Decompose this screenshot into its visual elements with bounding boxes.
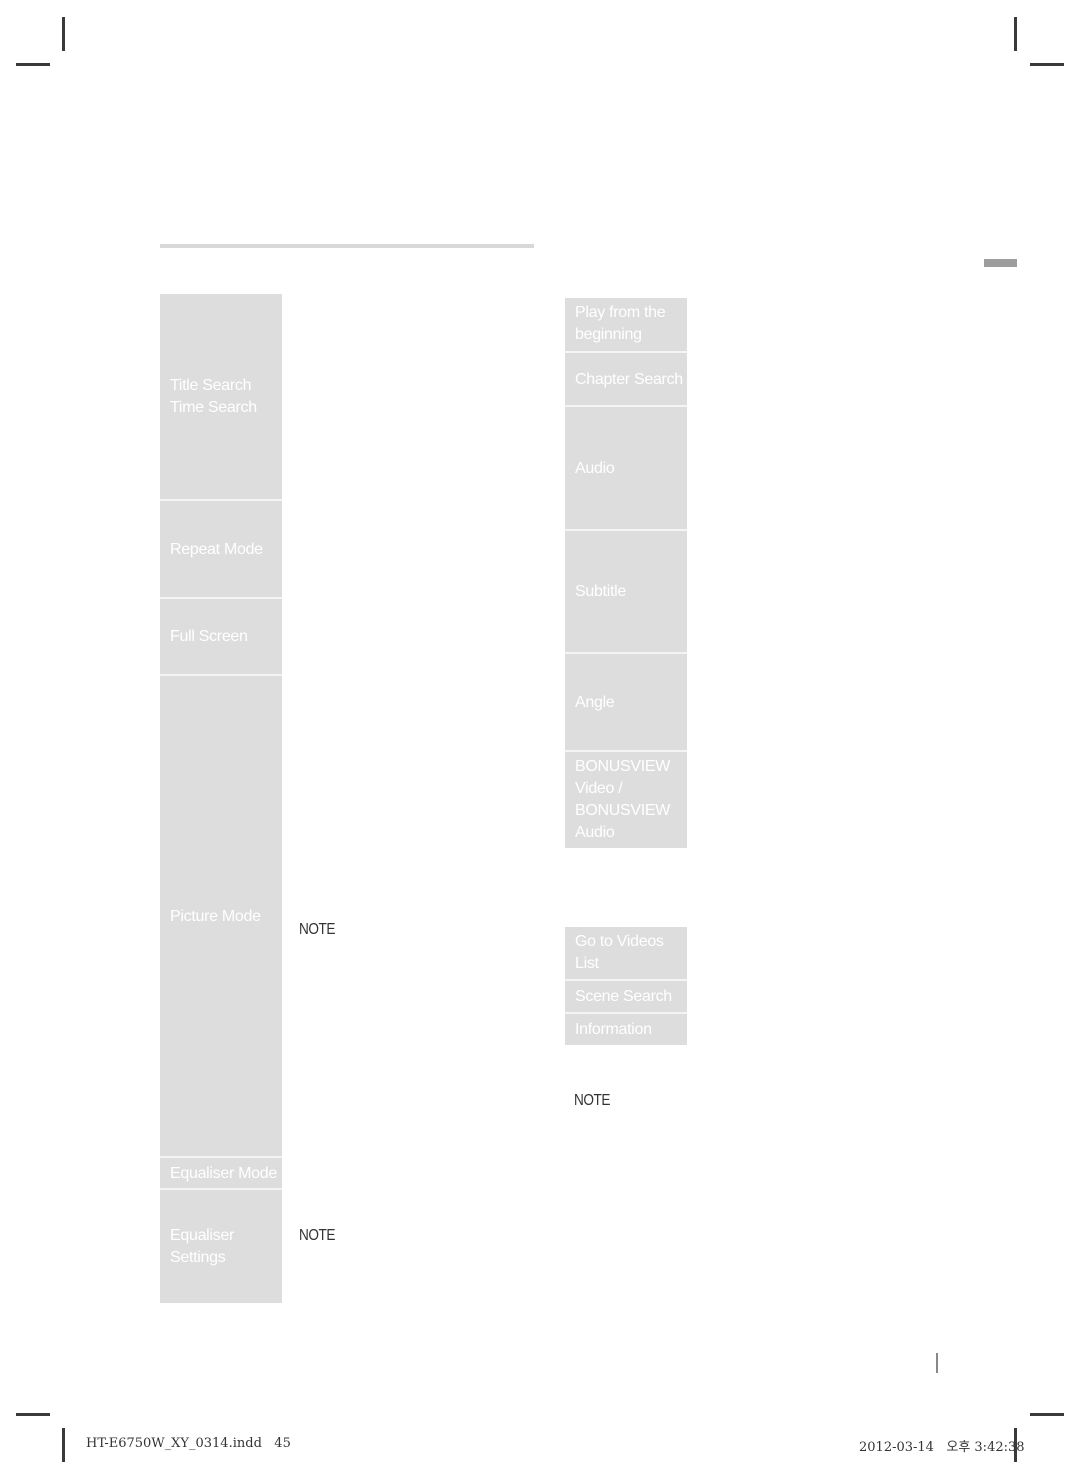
row-label-subtitle: Subtitle bbox=[575, 583, 626, 600]
table-row: Information bbox=[565, 1014, 687, 1045]
table-row: Go to Videos List bbox=[565, 927, 687, 980]
row-label-chapter-search: Chapter Search bbox=[575, 370, 683, 388]
table-row: Scene Search bbox=[565, 981, 687, 1013]
table-row: Equaliser Mode bbox=[160, 1158, 282, 1189]
table-row: Title Search Time Search bbox=[160, 294, 282, 500]
crop-mark-top-left-vertical bbox=[62, 17, 65, 51]
row-label-picture-mode: Picture Mode bbox=[170, 907, 261, 925]
row-label-go-to-videos-list: Go to Videos List bbox=[575, 933, 664, 972]
row-label-repeat-mode: Repeat Mode bbox=[170, 540, 263, 558]
footer-file-name: HT-E6750W_XY_0314.indd bbox=[86, 1436, 262, 1451]
row-label-equaliser-settings: Equaliser Settings bbox=[170, 1226, 235, 1266]
table-row: Angle bbox=[565, 654, 687, 751]
row-label-equaliser-mode: Equaliser Mode bbox=[170, 1164, 277, 1182]
crop-mark-top-right-horizontal bbox=[1030, 63, 1064, 66]
note-label-equaliser: NOTE bbox=[299, 1227, 336, 1244]
table-row: Repeat Mode bbox=[160, 501, 282, 598]
row-label-bonusview: BONUSVIEW Video / BONUSVIEW Audio bbox=[575, 758, 671, 841]
footer-timestamp: 2012-03-14 오후 3:42:38 bbox=[859, 1436, 1025, 1455]
crop-mark-bottom-left-horizontal bbox=[16, 1413, 50, 1416]
footer-time: 오후 3:42:38 bbox=[946, 1440, 1025, 1455]
row-label-title-time-search: Title Search Time Search bbox=[170, 377, 257, 416]
crop-mark-bottom-left-vertical bbox=[62, 1428, 65, 1462]
table-row: Play from the beginning bbox=[565, 298, 687, 352]
table-row: Full Screen bbox=[160, 599, 282, 675]
header-rule bbox=[160, 244, 534, 248]
crop-mark-bottom-right-horizontal bbox=[1030, 1413, 1064, 1416]
row-label-play-from-beginning: Play from the beginning bbox=[575, 304, 666, 343]
table-row: Audio bbox=[565, 407, 687, 530]
table-row: Equaliser Settings bbox=[160, 1190, 282, 1303]
page-number-divider bbox=[936, 1353, 938, 1373]
crop-mark-top-right-vertical bbox=[1014, 17, 1017, 51]
note-label-picture-mode: NOTE bbox=[299, 921, 336, 938]
table-row: Picture Mode bbox=[160, 676, 282, 1157]
row-label-information: Information bbox=[575, 1020, 652, 1038]
note-label-right: NOTE bbox=[574, 1092, 611, 1109]
table-row: Subtitle bbox=[565, 531, 687, 653]
row-label-audio: Audio bbox=[575, 459, 615, 477]
row-label-angle: Angle bbox=[575, 693, 615, 711]
table-row: Chapter Search bbox=[565, 353, 687, 406]
footer-date: 2012-03-14 bbox=[859, 1440, 934, 1455]
footer-file-info: HT-E6750W_XY_0314.indd 45 bbox=[86, 1436, 291, 1451]
row-label-full-screen: Full Screen bbox=[170, 628, 248, 645]
footer-page-number: 45 bbox=[274, 1436, 291, 1451]
section-tab-marker bbox=[984, 259, 1017, 267]
crop-mark-top-left-horizontal bbox=[16, 63, 50, 66]
row-label-scene-search: Scene Search bbox=[575, 988, 672, 1005]
table-row: BONUSVIEW Video / BONUSVIEW Audio bbox=[565, 752, 687, 848]
